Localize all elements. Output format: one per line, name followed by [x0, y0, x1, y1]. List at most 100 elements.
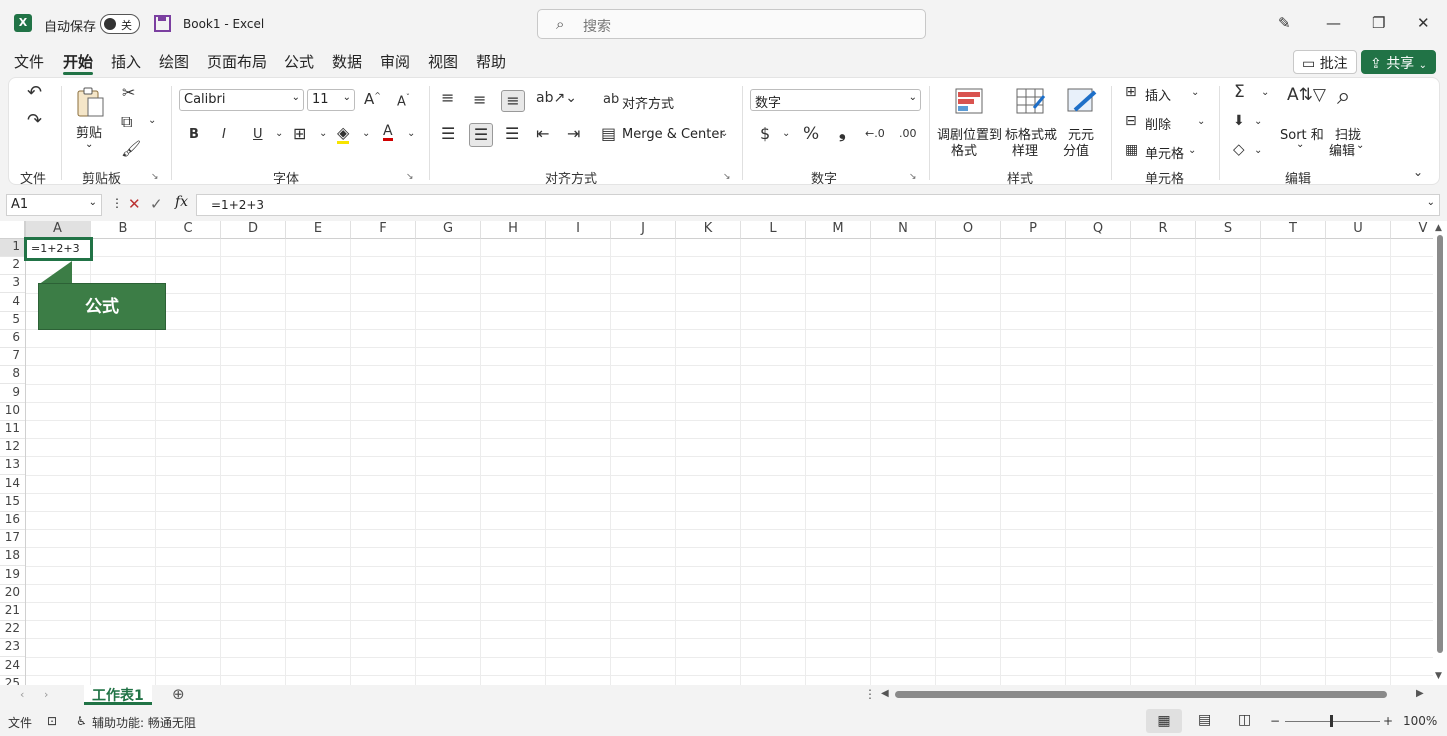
merge-center-icon[interactable]: ▤ [601, 126, 616, 142]
horizontal-scroll-thumb[interactable] [895, 691, 1387, 698]
chevron-down-icon[interactable]: ⌄ [1254, 146, 1262, 156]
chevron-down-icon[interactable]: ⌄ [85, 139, 93, 150]
row-header-11[interactable]: 11 [0, 421, 25, 439]
merge-center-label[interactable]: Merge & Center [622, 127, 725, 142]
worksheet-grid[interactable]: ABCDEFGHIJKLMNOPQRSTUV 1 2 3 4 5 6 7 8 9 10 11 12 13… [0, 221, 1433, 685]
save-icon[interactable] [154, 15, 171, 32]
chevron-down-icon[interactable]: ⌄ [1254, 117, 1262, 127]
copy-icon[interactable]: ⧉ [121, 114, 132, 130]
borders-icon[interactable]: ⊞ [293, 126, 306, 142]
row-header-14[interactable]: 14 [0, 476, 25, 494]
scroll-up-icon[interactable]: ▲ [1435, 223, 1442, 233]
format-painter-icon[interactable]: 🖌 [121, 141, 141, 157]
enter-icon[interactable]: ✓ [150, 195, 163, 213]
prev-sheet-icon[interactable]: ‹ [20, 688, 24, 701]
row-header-15[interactable]: 15 [0, 494, 25, 512]
search-box[interactable]: ⌕ 搜索 [537, 9, 926, 39]
column-header-k[interactable]: K [676, 221, 741, 239]
tab-draw[interactable]: 绘图 [159, 51, 189, 72]
scroll-down-icon[interactable]: ▼ [1435, 671, 1442, 681]
row-header-20[interactable]: 20 [0, 585, 25, 603]
insert-cells-icon[interactable]: ⊞ [1125, 85, 1137, 99]
row-header-6[interactable]: 6 [0, 330, 25, 348]
wrap-text-icon[interactable]: ab [603, 93, 619, 106]
redo-icon[interactable]: ↷ [27, 112, 42, 130]
chevron-down-icon[interactable]: ⌄ [1197, 117, 1205, 127]
restore-button[interactable]: ❐ [1372, 14, 1385, 32]
increase-indent-icon[interactable]: ⇥ [567, 126, 580, 142]
delete-cells-label[interactable]: 削除 [1145, 114, 1171, 133]
format-cells-label[interactable]: 单元格 [1145, 143, 1184, 162]
select-all-corner[interactable] [0, 221, 25, 239]
normal-view-icon[interactable]: ▦ [1146, 709, 1182, 733]
column-header-f[interactable]: F [351, 221, 416, 239]
column-header-u[interactable]: U [1326, 221, 1391, 239]
vertical-scrollbar[interactable]: ▲ ▼ [1433, 221, 1447, 685]
align-top-icon[interactable]: ≡ [441, 90, 454, 106]
comma-style-icon[interactable]: ❟ [839, 125, 846, 142]
column-header-s[interactable]: S [1196, 221, 1261, 239]
row-header-21[interactable]: 21 [0, 603, 25, 621]
align-right-icon[interactable]: ☰ [505, 126, 519, 142]
row-header-5[interactable]: 5 [0, 312, 25, 330]
accessibility-icon[interactable]: ♿ [76, 714, 87, 728]
insert-function-icon[interactable]: fx [175, 194, 188, 210]
row-header-8[interactable]: 8 [0, 366, 25, 385]
fill-icon[interactable]: ⬇ [1233, 114, 1245, 128]
page-break-view-icon[interactable]: ◫ [1238, 712, 1251, 728]
next-sheet-icon[interactable]: › [44, 688, 48, 701]
column-header-p[interactable]: P [1001, 221, 1066, 239]
insert-cells-label[interactable]: 插入 [1145, 85, 1171, 104]
collapse-ribbon-icon[interactable]: ⌄ [1413, 166, 1423, 178]
format-as-table-icon[interactable] [1016, 88, 1046, 114]
tab-view[interactable]: 视图 [428, 51, 458, 72]
align-bottom-icon[interactable]: ≡ [501, 90, 525, 112]
cancel-icon[interactable]: ✕ [128, 195, 141, 213]
column-header-h[interactable]: H [481, 221, 546, 239]
pen-icon[interactable]: ✎ [1278, 14, 1291, 32]
chevron-down-icon[interactable]: ⌄ [275, 129, 283, 139]
sheet-tab-active[interactable]: 工作表1 [84, 685, 152, 705]
delete-cells-icon[interactable]: ⊟ [1125, 114, 1137, 128]
undo-icon[interactable]: ↶ [27, 84, 42, 102]
chevron-down-icon[interactable]: ⌄ [1191, 88, 1199, 98]
currency-icon[interactable]: $ [760, 126, 770, 142]
row-header-22[interactable]: 22 [0, 621, 25, 640]
chevron-down-icon[interactable]: ⌄ [782, 129, 790, 139]
column-header-o[interactable]: O [936, 221, 1001, 239]
conditional-formatting-icon[interactable] [955, 88, 983, 114]
cell-styles-label-2[interactable]: 分值 [1063, 140, 1089, 159]
chevron-down-icon[interactable]: ⌄ [148, 116, 156, 126]
chevron-down-icon[interactable]: ⌄ [407, 129, 415, 139]
column-header-g[interactable]: G [416, 221, 481, 239]
row-header-7[interactable]: 7 [0, 348, 25, 367]
row-header-13[interactable]: 13 [0, 457, 25, 476]
align-middle-icon[interactable]: ≡ [473, 92, 486, 108]
row-header-2[interactable]: 2 [0, 257, 25, 276]
scroll-left-icon[interactable]: ◀ [881, 688, 889, 699]
column-header-q[interactable]: Q [1066, 221, 1131, 239]
chevron-down-icon[interactable]: ⌄ [1356, 140, 1364, 151]
decrease-decimal-icon[interactable]: .00 [899, 128, 917, 139]
tab-insert[interactable]: 插入 [111, 51, 141, 72]
bold-icon[interactable]: B [189, 128, 199, 141]
font-color-icon[interactable]: A [383, 124, 393, 141]
row-header-25[interactable]: 25 [0, 676, 25, 685]
percent-icon[interactable]: % [803, 126, 819, 143]
tab-formulas[interactable]: 公式 [284, 51, 314, 72]
column-header-c[interactable]: C [156, 221, 221, 239]
formula-input[interactable]: =1+2+3 ⌄ [196, 194, 1440, 216]
name-box[interactable]: A1 ⌄ [6, 194, 102, 216]
expand-formula-icon[interactable]: ⌄ [1427, 197, 1435, 208]
decrease-font-icon[interactable]: Aˇ [397, 94, 410, 109]
clear-icon[interactable]: ◇ [1233, 142, 1245, 157]
column-header-d[interactable]: D [221, 221, 286, 239]
chevron-down-icon[interactable]: ⌄ [1261, 88, 1269, 98]
cell-styles-icon[interactable] [1067, 88, 1097, 114]
scroll-right-icon[interactable]: ▶ [1416, 688, 1424, 699]
italic-icon[interactable]: I [222, 128, 226, 141]
tab-data[interactable]: 数据 [332, 51, 362, 72]
underline-icon[interactable]: U [253, 128, 263, 141]
dialog-launcher-icon[interactable]: ↘ [406, 172, 414, 182]
chevron-down-icon[interactable]: ⌄ [1188, 146, 1196, 156]
